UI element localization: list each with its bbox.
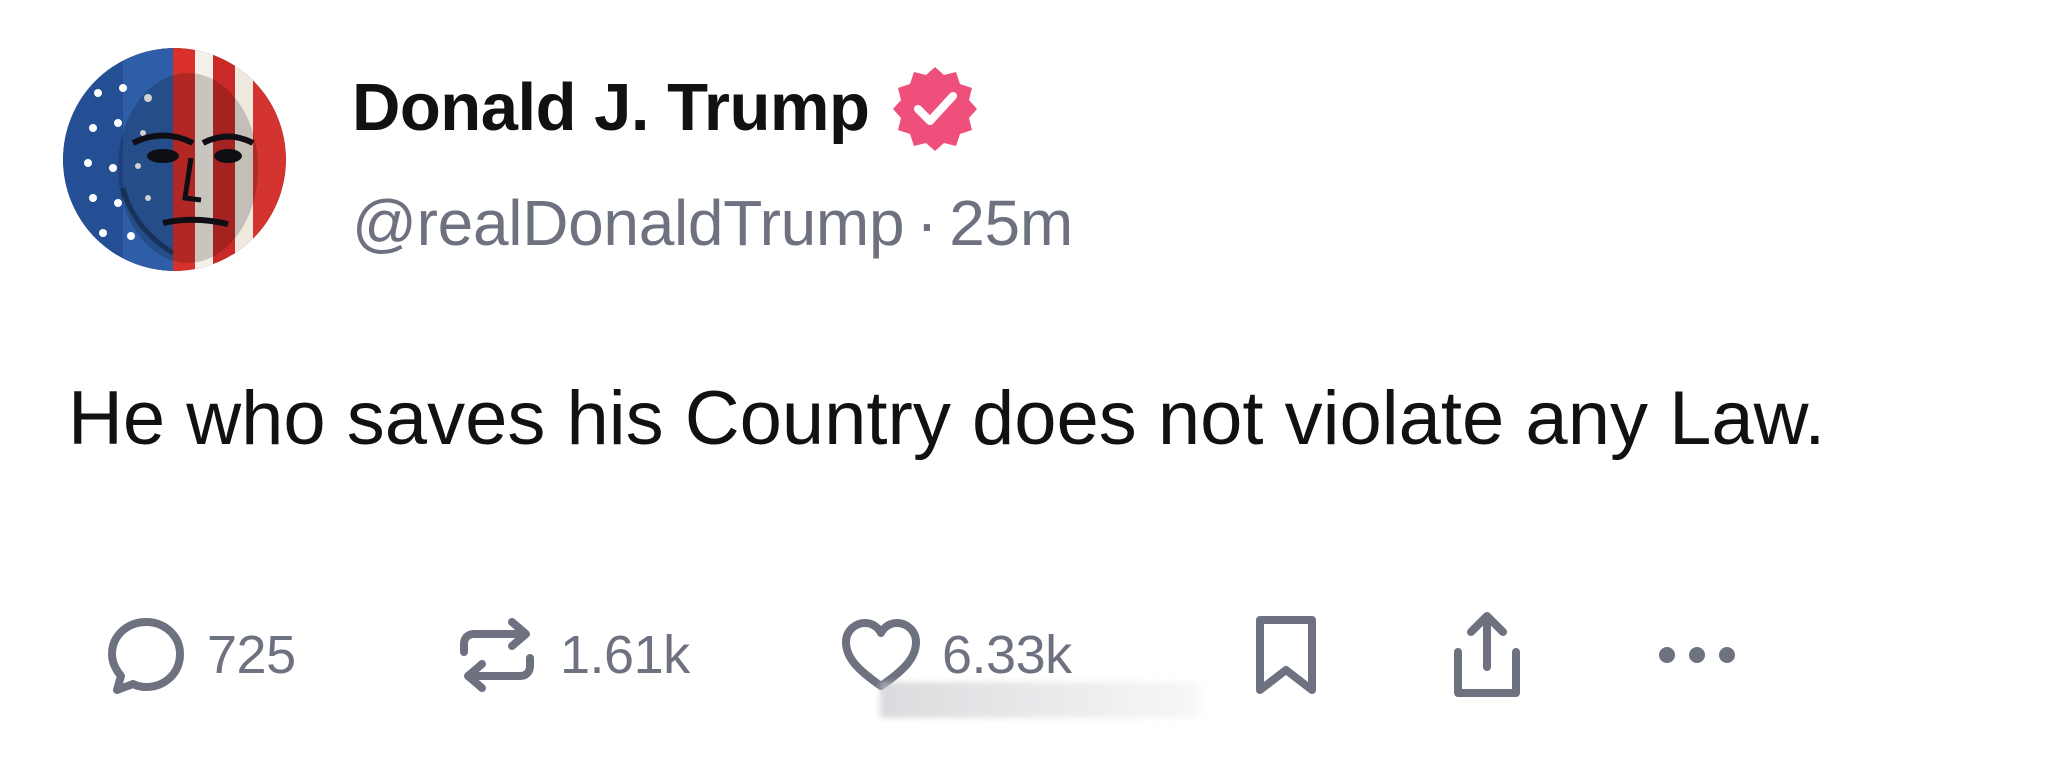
reply-icon — [108, 618, 184, 694]
watermark-smear — [880, 682, 1200, 718]
author-meta-row: @realDonaldTrump · 25m — [352, 186, 1073, 260]
like-count: 6.33k — [942, 625, 1072, 685]
reply-count: 725 — [207, 625, 296, 685]
share-icon — [1454, 612, 1520, 697]
more-options-button[interactable] — [1652, 600, 1742, 710]
post-body-text: He who saves his Country does not violat… — [68, 376, 1826, 461]
post-timestamp[interactable]: 25m — [949, 187, 1073, 259]
post-card: Donald J. Trump @realDonaldTrump · 25m He … — [0, 0, 2048, 757]
bookmark-button[interactable] — [1248, 600, 1324, 710]
share-button[interactable] — [1444, 600, 1530, 710]
avatar-image — [63, 48, 286, 271]
verified-badge-icon — [893, 67, 978, 151]
author-handle[interactable]: @realDonaldTrump — [352, 187, 905, 259]
meta-separator: · — [916, 187, 938, 259]
avatar[interactable] — [63, 48, 286, 271]
reply-button[interactable]: 725 — [103, 600, 296, 710]
author-name-row: Donald J. Trump — [352, 62, 979, 152]
repost-button[interactable]: 1.61k — [452, 600, 690, 710]
bookmark-icon — [1256, 616, 1316, 694]
author-display-name[interactable]: Donald J. Trump — [352, 69, 870, 146]
repost-count: 1.61k — [560, 625, 690, 685]
repost-icon — [460, 618, 534, 692]
more-icon — [1659, 647, 1735, 663]
